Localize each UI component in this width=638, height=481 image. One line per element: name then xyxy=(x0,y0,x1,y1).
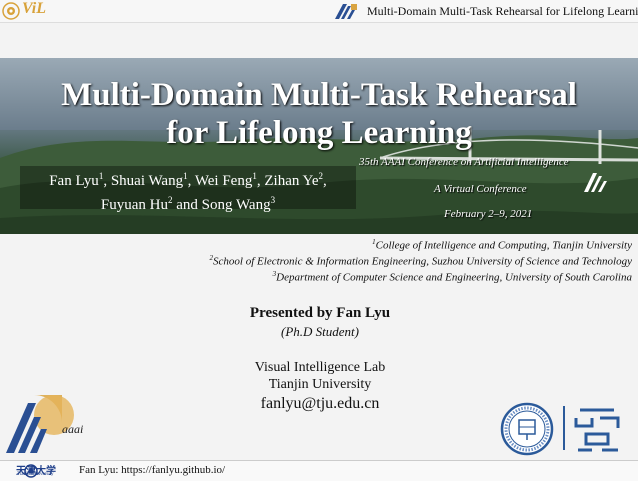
presented-by: Presented by Fan Lyu xyxy=(249,305,391,321)
slide-header: ViL Multi-Domain Multi-Task Rehearsal fo… xyxy=(0,0,638,23)
title-banner: Multi-Domain Multi-Task Rehearsal for Li… xyxy=(0,58,638,234)
conference-venue: A Virtual Conference xyxy=(434,183,527,195)
aaai-logo-icon xyxy=(335,4,357,19)
author-name: Wei Feng xyxy=(194,173,253,189)
affiliation-text: Department of Computer Science and Engin… xyxy=(276,271,632,284)
author-list: Fan Lyu1, Shuai Wang1, Wei Feng1, Zihan … xyxy=(20,166,356,213)
author-affiliation-mark: 2 xyxy=(318,171,324,181)
author-name: Fuyuan Hu xyxy=(100,197,168,213)
author-line1: Fan Lyu1, Shuai Wang1, Wei Feng1, Zihan … xyxy=(49,171,327,189)
author-name: Shuai Wang xyxy=(110,173,184,189)
lab-name: Visual Intelligence Lab xyxy=(254,360,386,375)
affiliation-text: College of Intelligence and Computing, T… xyxy=(375,239,632,252)
tianjin-university-seal-icon xyxy=(500,402,554,456)
affiliation-1: 1College of Intelligence and Computing, … xyxy=(372,238,632,252)
author-affiliation-mark: 3 xyxy=(270,195,276,205)
slide-footer: 天津大学 Tianjin University Fan Lyu: https:/… xyxy=(0,460,638,481)
tju-logo-subtext: Tianjin University xyxy=(17,472,54,477)
presenter-role: (Ph.D Student) xyxy=(281,324,359,339)
university-name: Tianjin University xyxy=(268,377,372,392)
logo-divider xyxy=(563,406,565,450)
affiliation-text: School of Electronic & Information Engin… xyxy=(213,255,632,268)
affiliation-3: 3Department of Computer Science and Engi… xyxy=(273,270,632,284)
talk-title-line2: for Lifelong Learning xyxy=(166,115,472,151)
author-name: Fan Lyu xyxy=(49,173,99,189)
header-title: Multi-Domain Multi-Task Rehearsal for Li… xyxy=(367,4,638,18)
presenter-email[interactable]: fanlyu@tju.edu.cn xyxy=(160,395,480,413)
author-affiliation-mark: 2 xyxy=(167,195,173,205)
author-name: Zihan Ye xyxy=(264,173,319,189)
affiliation-2: 2School of Electronic & Information Engi… xyxy=(210,254,632,268)
author-affiliation-mark: 1 xyxy=(98,171,104,181)
author-affiliation-mark: 1 xyxy=(183,171,188,181)
author-affiliation-mark: 1 xyxy=(252,171,257,181)
author-name: Song Wang xyxy=(201,197,271,213)
conference-dates: February 2–9, 2021 xyxy=(444,208,533,220)
aaai-large-logo-icon: aaai xyxy=(6,395,83,453)
talk-title-line1: Multi-Domain Multi-Task Rehearsal xyxy=(61,77,577,113)
aaai-logo-icon xyxy=(584,173,607,192)
conference-name: 35th AAAI Conference on Artificial Intel… xyxy=(359,156,569,168)
vil-logo-text: ViL xyxy=(22,0,47,17)
visual-intelligence-lab-logo-icon xyxy=(574,408,620,452)
aaai-logo-text: aaai xyxy=(62,422,83,436)
author-line2: Fuyuan Hu2 and Song Wang3 xyxy=(100,195,276,213)
homepage-link[interactable]: Fan Lyu: https://fanlyu.github.io/ xyxy=(79,464,225,476)
